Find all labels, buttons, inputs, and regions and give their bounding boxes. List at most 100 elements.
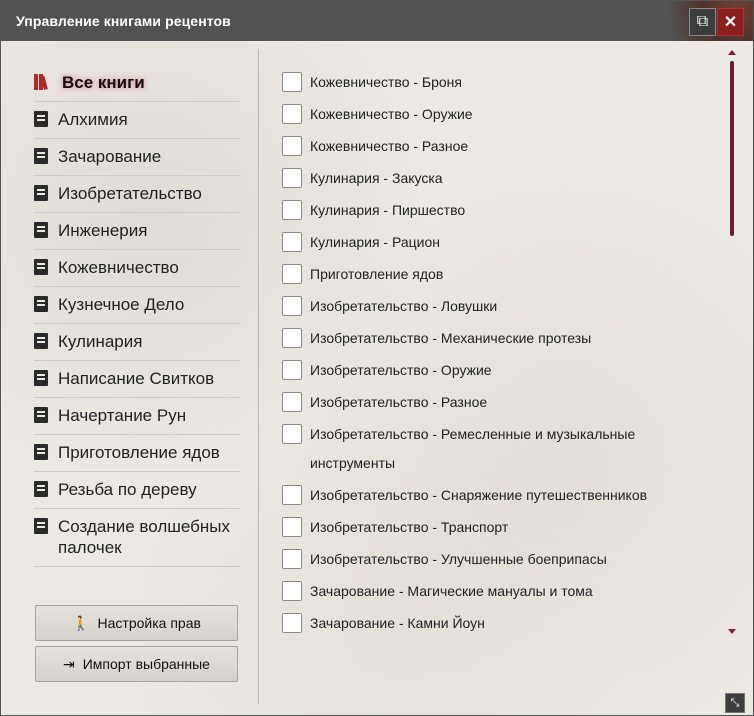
- book-icon: [34, 481, 48, 497]
- list-item: Кулинария - Пиршество: [282, 196, 722, 225]
- sidebar-item-label: Написание Свитков: [58, 369, 215, 388]
- scroll-down-icon[interactable]: [728, 629, 736, 634]
- sidebar-item-label: Кожевничество: [58, 258, 179, 277]
- recipe-label: Кожевничество - Разное: [310, 138, 469, 154]
- recipe-checkbox[interactable]: [282, 136, 302, 156]
- recipe-checkbox[interactable]: [282, 72, 302, 92]
- sidebar-item[interactable]: Зачарование: [34, 139, 240, 176]
- sidebar: Все книги Алхимия Зачарование Изобретательс…: [34, 65, 240, 567]
- recipe-checkbox[interactable]: [282, 392, 302, 412]
- sidebar-item-label: Приготовление ядов: [58, 443, 220, 462]
- list-item: Изобретательство - Транспорт: [282, 513, 722, 542]
- sidebar-item-label: Зачарование: [58, 147, 162, 166]
- import-selected-button[interactable]: ⇥ Импорт выбранные: [35, 646, 238, 682]
- recipe-label: Изобретательство - Снаряжение путешестве…: [310, 487, 648, 503]
- sidebar-item-label: Начертание Рун: [58, 406, 187, 425]
- sidebar-item[interactable]: Кожевничество: [34, 250, 240, 287]
- book-icon: [34, 148, 48, 164]
- recipe-label: Изобретательство - Ремесленные и музыкал…: [310, 426, 636, 471]
- person-icon: 🚶: [72, 614, 90, 631]
- books-icon: [34, 74, 52, 90]
- permissions-button-label: Настройка прав: [97, 615, 201, 631]
- sidebar-item-label: Изобретательство: [58, 184, 202, 203]
- recipe-label: Изобретательство - Оружие: [310, 362, 492, 378]
- sidebar-item-label: Кулинария: [58, 332, 143, 351]
- list-item: Изобретательство - Улучшенные боеприпасы: [282, 545, 722, 574]
- recipe-checkbox[interactable]: [282, 104, 302, 124]
- recipe-checkbox[interactable]: [282, 485, 302, 505]
- sidebar-item[interactable]: Кулинария: [34, 324, 240, 361]
- recipe-checkbox[interactable]: [282, 328, 302, 348]
- sidebar-item[interactable]: Резьба по дереву: [34, 472, 240, 509]
- sidebar-item[interactable]: Кузнечное Дело: [34, 287, 240, 324]
- recipe-label: Зачарование - Камни Йоун: [310, 615, 485, 631]
- recipe-checkbox[interactable]: [282, 232, 302, 252]
- book-icon: [34, 259, 48, 275]
- permissions-button[interactable]: 🚶 Настройка прав: [35, 605, 238, 641]
- recipe-label: Кожевничество - Оружие: [310, 106, 473, 122]
- sidebar-item[interactable]: Изобретательство: [34, 176, 240, 213]
- import-icon: ⇥: [63, 655, 75, 672]
- list-item: Зачарование - Камни Йоун: [282, 609, 722, 638]
- book-icon: [34, 185, 48, 201]
- scroll-up-icon[interactable]: [728, 50, 736, 55]
- list-item: Кожевничество - Оружие: [282, 100, 722, 129]
- sidebar-item-label: Создание волшебных палочек: [58, 517, 230, 557]
- recipe-checkbox[interactable]: [282, 517, 302, 537]
- popout-icon[interactable]: ⧉: [689, 8, 716, 36]
- recipe-checkbox[interactable]: [282, 581, 302, 601]
- book-icon: [34, 333, 48, 349]
- recipe-label: Кулинария - Рацион: [310, 234, 440, 250]
- recipe-label: Изобретательство - Ловушки: [310, 298, 498, 314]
- sidebar-item[interactable]: Создание волшебных палочек: [34, 509, 240, 567]
- list-item: Приготовление ядов: [282, 260, 722, 289]
- recipe-label: Изобретательство - Улучшенные боеприпасы: [310, 551, 607, 567]
- list-item: Изобретательство - Оружие: [282, 356, 722, 385]
- panel-divider: [258, 49, 259, 704]
- recipe-books-window: Управление книгами рецентов ⧉ ✕ Все книг…: [0, 0, 754, 716]
- list-item: Изобретательство - Разное: [282, 388, 722, 417]
- recipe-checkbox[interactable]: [282, 264, 302, 284]
- close-icon[interactable]: ✕: [717, 8, 744, 36]
- list-item: Кожевничество - Разное: [282, 132, 722, 161]
- sidebar-item[interactable]: Начертание Рун: [34, 398, 240, 435]
- book-icon: [34, 407, 48, 423]
- list-item: Изобретательство - Механические протезы: [282, 324, 722, 353]
- sidebar-item-label: Кузнечное Дело: [58, 295, 185, 314]
- sidebar-item[interactable]: Приготовление ядов: [34, 435, 240, 472]
- recipe-label: Изобретательство - Разное: [310, 394, 488, 410]
- recipe-checkbox[interactable]: [282, 424, 302, 444]
- import-button-label: Импорт выбранные: [82, 656, 210, 672]
- recipe-label: Изобретательство - Механические протезы: [310, 330, 592, 346]
- sidebar-item-label: Инженерия: [58, 221, 148, 240]
- sidebar-item[interactable]: Инженерия: [34, 213, 240, 250]
- recipe-checkbox[interactable]: [282, 360, 302, 380]
- recipe-label: Зачарование - Магические мануалы и тома: [310, 583, 593, 599]
- recipe-label: Кулинария - Пиршество: [310, 202, 466, 218]
- recipe-label: Приготовление ядов: [310, 266, 444, 282]
- resize-handle-icon[interactable]: ⤡: [725, 693, 745, 713]
- list-item: Кулинария - Рацион: [282, 228, 722, 257]
- sidebar-item-label: Резьба по дереву: [58, 480, 197, 499]
- book-icon: [34, 222, 48, 238]
- list-item: Кожевничество - Броня: [282, 68, 722, 97]
- list-item: Изобретательство - Снаряжение путешестве…: [282, 481, 722, 510]
- sidebar-item[interactable]: Алхимия: [34, 102, 240, 139]
- recipe-checkbox[interactable]: [282, 168, 302, 188]
- list-item: Кулинария - Закуска: [282, 164, 722, 193]
- sidebar-item-label: Все книги: [62, 73, 145, 92]
- book-icon: [34, 518, 48, 534]
- recipe-checkbox[interactable]: [282, 200, 302, 220]
- book-icon: [34, 444, 48, 460]
- recipe-checkbox[interactable]: [282, 549, 302, 569]
- titlebar[interactable]: Управление книгами рецентов ⧉ ✕: [1, 1, 753, 41]
- scrollbar-thumb[interactable]: [730, 61, 734, 236]
- sidebar-item-label: Алхимия: [58, 110, 128, 129]
- recipe-book-list: Кожевничество - Броня Кожевничество - Ору…: [282, 68, 722, 641]
- recipe-checkbox[interactable]: [282, 613, 302, 633]
- book-icon: [34, 370, 48, 386]
- sidebar-item[interactable]: Все книги: [34, 65, 240, 102]
- recipe-checkbox[interactable]: [282, 296, 302, 316]
- sidebar-item[interactable]: Написание Свитков: [34, 361, 240, 398]
- book-icon: [34, 296, 48, 312]
